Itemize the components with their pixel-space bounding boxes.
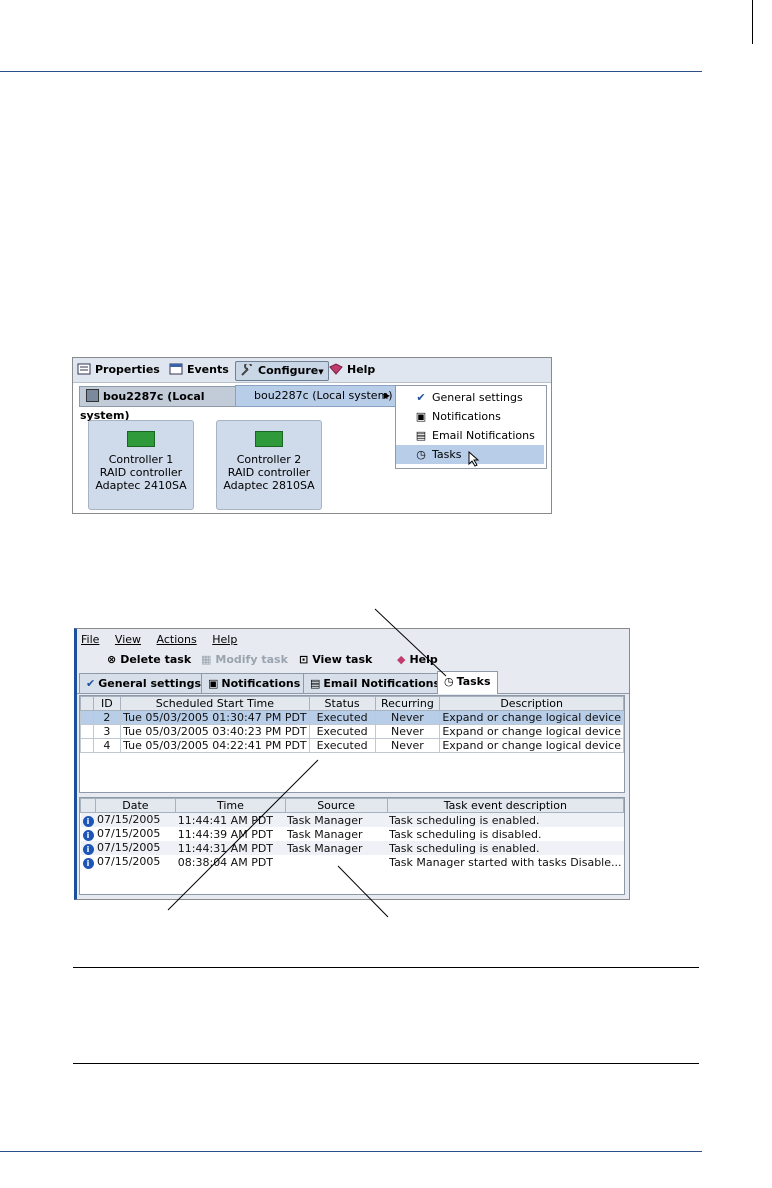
callout-lines bbox=[167, 608, 447, 918]
callout-line-event-log bbox=[337, 865, 389, 918]
callout-line-tasks-tab bbox=[374, 608, 447, 677]
callout-line-tasks-table bbox=[167, 759, 319, 911]
